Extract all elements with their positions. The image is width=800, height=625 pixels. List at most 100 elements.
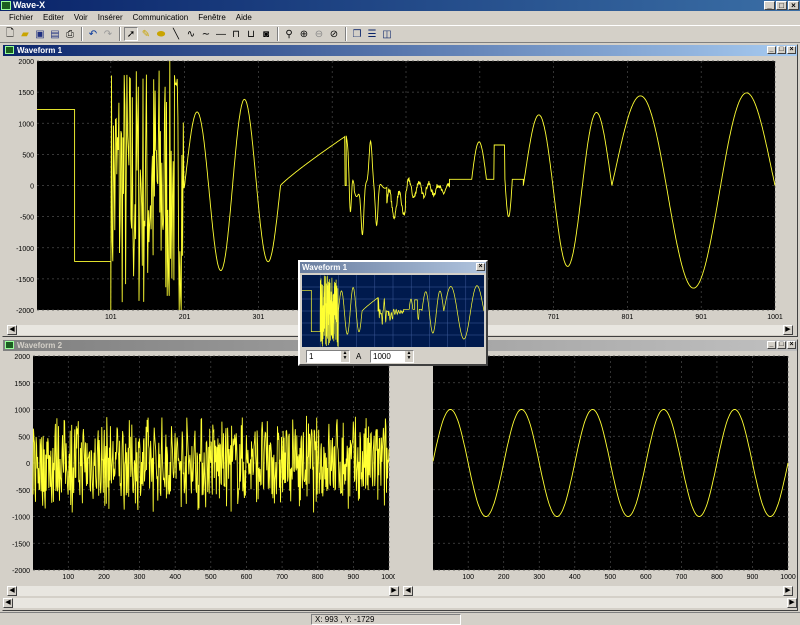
waveform-2-left-scrollbar[interactable]: ◀ ▶ — [7, 586, 399, 596]
x-tick-label: 300 — [533, 574, 545, 581]
x-tick-label: 100 — [62, 574, 74, 581]
x-tick-label: 500 — [205, 574, 217, 581]
scroll-left-arrow[interactable]: ◀ — [7, 325, 17, 335]
y-tick-label: 2000 — [14, 354, 30, 361]
zoom-reset-icon[interactable]: ⊘ — [327, 27, 341, 41]
close-button[interactable]: × — [787, 341, 796, 349]
square-wave-icon[interactable]: ⊓ — [229, 27, 243, 41]
range-to-spinner[interactable]: ▲ ▼ — [405, 351, 413, 362]
open-folder-icon[interactable]: ▰ — [18, 27, 32, 41]
line-icon[interactable]: ╲ — [169, 27, 183, 41]
maximize-button[interactable]: □ — [777, 46, 786, 54]
scroll-left-arrow[interactable]: ◀ — [7, 586, 17, 596]
scroll-right-arrow[interactable]: ▶ — [389, 586, 399, 596]
close-button[interactable]: × — [476, 263, 485, 271]
close-button[interactable]: × — [787, 46, 796, 54]
menu-communication[interactable]: Communication — [128, 13, 194, 22]
title-bar[interactable]: Wave-X _ □ × — [0, 0, 800, 11]
menu-voir[interactable]: Voir — [69, 13, 93, 22]
waveform-preview-popup: Waveform 1 × 1 ▲ ▼ A 1000 ▲ ▼ — [298, 260, 488, 366]
maximize-button[interactable]: □ — [776, 1, 787, 10]
tile-vertical-icon[interactable]: ◫ — [380, 27, 394, 41]
waveform-window-icon — [5, 341, 14, 349]
tile-horizontal-icon[interactable]: ☰ — [365, 27, 379, 41]
x-tick-label: 101 — [105, 314, 117, 321]
waveform-2-sine-plot[interactable]: 100 200 300 400 500 600 700 800 900 1000 — [398, 352, 796, 597]
x-tick-label: 700 — [676, 574, 688, 581]
y-tick-label: -1500 — [16, 277, 34, 284]
scroll-right-arrow[interactable]: ▶ — [783, 325, 793, 335]
toolbar-separator — [81, 27, 83, 41]
y-tick-label: 500 — [22, 152, 34, 159]
preview-caption[interactable]: Waveform 1 × — [300, 262, 486, 273]
minimize-button[interactable]: _ — [767, 46, 776, 54]
cascade-windows-icon[interactable]: ❐ — [350, 27, 364, 41]
waveform-preview-plot[interactable] — [302, 275, 484, 347]
scroll-left-arrow[interactable]: ◀ — [3, 598, 13, 608]
scroll-left-arrow[interactable]: ◀ — [403, 586, 413, 596]
app-icon — [1, 1, 11, 10]
y-tick-label: 2000 — [18, 59, 34, 66]
sine-wave-icon[interactable]: ∿ — [184, 27, 198, 41]
x-tick-label: 201 — [179, 314, 191, 321]
y-tick-label: 1000 — [14, 408, 30, 415]
waveform-2-window: Waveform 2 _ □ × 2000 1500 1000 500 0 -500 -10… — [2, 339, 798, 611]
x-tick-label: 800 — [711, 574, 723, 581]
minimize-button[interactable]: _ — [767, 341, 776, 349]
eraser-icon[interactable]: ⬬ — [154, 27, 168, 41]
pointer-icon[interactable]: ➚ — [124, 27, 138, 41]
y-tick-label: -1000 — [12, 515, 30, 522]
x-tick-label: 400 — [569, 574, 581, 581]
save-icon[interactable]: ▣ — [33, 27, 47, 41]
new-file-icon[interactable]: 🗋 — [3, 27, 17, 41]
flat-line-icon[interactable]: — — [214, 27, 228, 41]
menu-fenetre[interactable]: Fenêtre — [193, 13, 231, 22]
pencil-icon[interactable]: ✎ — [139, 27, 153, 41]
x-tick-label: 301 — [253, 314, 265, 321]
save-all-icon[interactable]: ▤ — [48, 27, 62, 41]
y-tick-label: 0 — [30, 184, 34, 191]
menu-aide[interactable]: Aide — [231, 13, 257, 22]
maximize-button[interactable]: □ — [777, 341, 786, 349]
menu-editer[interactable]: Editer — [38, 13, 69, 22]
minimize-button[interactable]: _ — [764, 1, 775, 10]
x-tick-label: 200 — [498, 574, 510, 581]
range-from-input[interactable]: 1 ▲ ▼ — [306, 350, 350, 363]
step-wave-icon[interactable]: ⊔ — [244, 27, 258, 41]
close-button[interactable]: × — [788, 1, 799, 10]
undo-icon[interactable]: ↶ — [86, 27, 100, 41]
range-to-input[interactable]: 1000 ▲ ▼ — [370, 350, 414, 363]
preview-title: Waveform 1 — [302, 263, 348, 272]
menu-inserer[interactable]: Insérer — [93, 13, 128, 22]
window-controls: _ □ × — [764, 0, 799, 11]
waveform-1-caption[interactable]: Waveform 1 _ □ × — [3, 45, 797, 56]
scroll-right-arrow[interactable]: ▶ — [787, 598, 797, 608]
x-tick-label: 1000 — [381, 574, 395, 581]
y-tick-label: -2000 — [12, 568, 30, 575]
y-tick-label: -1500 — [12, 541, 30, 548]
waveform-1-title: Waveform 1 — [17, 46, 63, 55]
x-tick-label: 900 — [348, 574, 360, 581]
y-tick-label: 1500 — [18, 90, 34, 97]
menu-fichier[interactable]: Fichier — [4, 13, 38, 22]
redo-icon[interactable]: ↷ — [101, 27, 115, 41]
scroll-right-arrow[interactable]: ▶ — [783, 586, 793, 596]
range-separator-label: A — [356, 352, 362, 361]
zoom-icon[interactable]: ⚲ — [282, 27, 296, 41]
main-horizontal-scrollbar[interactable]: ◀ ▶ — [3, 598, 797, 608]
x-tick-label: 400 — [169, 574, 181, 581]
print-icon[interactable]: ⎙ — [63, 27, 77, 41]
x-tick-label: 100 — [462, 574, 474, 581]
x-tick-label: 300 — [134, 574, 146, 581]
waveform-2-title: Waveform 2 — [17, 341, 63, 350]
camera-icon[interactable]: ◙ — [259, 27, 273, 41]
x-tick-label: 600 — [640, 574, 652, 581]
zoom-in-icon[interactable]: ⊕ — [297, 27, 311, 41]
app-title: Wave-X — [13, 0, 46, 10]
y-tick-label: 1000 — [18, 121, 34, 128]
waveform-2-right-scrollbar[interactable]: ◀ ▶ — [403, 586, 793, 596]
wave-icon[interactable]: ∼ — [199, 27, 213, 41]
zoom-out-icon[interactable]: ⊖ — [312, 27, 326, 41]
range-from-spinner[interactable]: ▲ ▼ — [341, 351, 349, 362]
waveform-2-noise-plot[interactable]: 2000150010005000-500-1000-1500-2000100 20… — [3, 352, 395, 597]
